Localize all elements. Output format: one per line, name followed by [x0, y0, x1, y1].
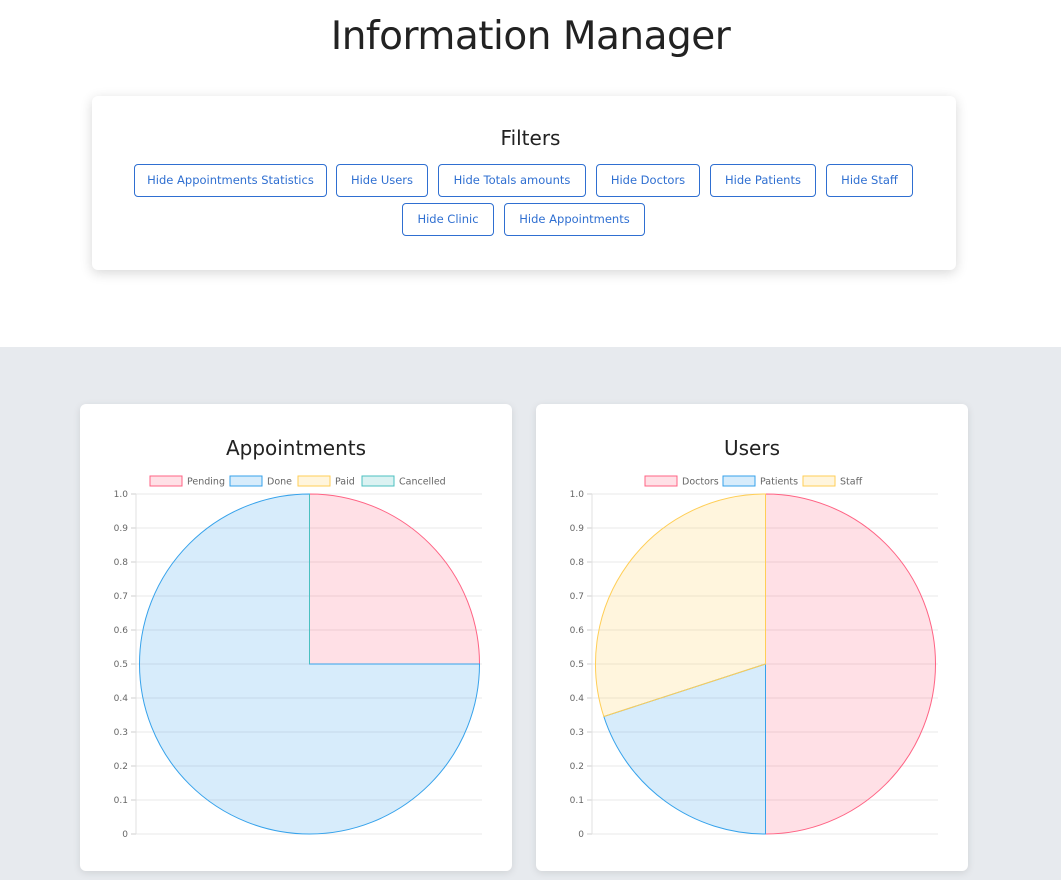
- legend-swatch: [722, 475, 756, 487]
- legend-label: Doctors: [682, 477, 719, 488]
- legend-label: Done: [267, 477, 292, 488]
- y-tick-label: 1.0: [570, 490, 585, 500]
- legend-swatch: [644, 475, 678, 487]
- y-tick-label: 0.6: [114, 626, 129, 636]
- appointments-pie-chart: 1.0 0.9 0.8 0.7 0.6 0.5 0.4 0.3 0.2 0.1 0 Pending Do…: [114, 475, 482, 840]
- y-tick-label: 0.3: [570, 728, 584, 738]
- y-tick-label: 0.7: [570, 592, 584, 602]
- y-tick-label: 0.5: [570, 660, 584, 670]
- hide-appointments-statistics-button[interactable]: Hide Appointments Statistics: [134, 164, 327, 197]
- y-tick-label: 0.9: [570, 524, 585, 534]
- y-tick-label: 0.9: [114, 524, 129, 534]
- legend-swatch: [361, 475, 395, 487]
- y-tick-label: 0.1: [570, 796, 584, 806]
- legend-swatch: [149, 475, 183, 487]
- legend-label: Paid: [335, 477, 355, 488]
- hide-users-button[interactable]: Hide Users: [336, 164, 428, 197]
- y-tick-label: 0.5: [114, 660, 128, 670]
- y-tick-label: 0.1: [114, 796, 128, 806]
- y-tick-label: 0.3: [114, 728, 128, 738]
- legend-swatch: [297, 475, 331, 487]
- appointments-chart-card: Appointments 1.0 0.9 0.8 0.7 0.6 0.5 0.4 0.3 0.2…: [80, 404, 512, 871]
- legend-label: Pending: [187, 477, 225, 488]
- pie-slice: [309, 493, 481, 665]
- filters-title: Filters: [500, 126, 561, 150]
- y-tick-label: 0.7: [114, 592, 128, 602]
- legend-swatch: [802, 475, 836, 487]
- y-tick-label: 0.2: [570, 762, 584, 772]
- legend-label: Staff: [840, 477, 863, 488]
- users-pie-chart: 1.0 0.9 0.8 0.7 0.6 0.5 0.4 0.3 0.2 0.1 0 Doctors Pa…: [570, 475, 938, 840]
- y-tick-label: 0: [122, 830, 128, 840]
- y-tick-label: 0.6: [570, 626, 585, 636]
- y-tick-label: 0.2: [114, 762, 128, 772]
- page-title: Information Manager: [330, 14, 731, 59]
- hide-doctors-button[interactable]: Hide Doctors: [596, 164, 700, 197]
- hide-totals-amounts-button[interactable]: Hide Totals amounts: [438, 164, 586, 197]
- legend-swatch: [229, 475, 263, 487]
- hide-patients-button[interactable]: Hide Patients: [710, 164, 816, 197]
- y-tick-label: 0.4: [114, 694, 129, 704]
- legend-label: Cancelled: [399, 477, 446, 488]
- y-tick-label: 0: [578, 830, 584, 840]
- y-tick-label: 0.8: [570, 558, 585, 568]
- hide-staff-button[interactable]: Hide Staff: [826, 164, 913, 197]
- y-tick-label: 1.0: [114, 490, 129, 500]
- hide-clinic-button[interactable]: Hide Clinic: [402, 203, 494, 236]
- pie-slice: [765, 493, 936, 835]
- y-tick-label: 0.4: [570, 694, 585, 704]
- hide-appointments-button[interactable]: Hide Appointments: [504, 203, 645, 236]
- legend-label: Patients: [760, 477, 798, 488]
- y-tick-label: 0.8: [114, 558, 129, 568]
- users-chart-card: Users 1.0 0.9 0.8 0.7 0.6 0.5 0.4 0.3 0.2 0.1 0 Doc…: [536, 404, 968, 871]
